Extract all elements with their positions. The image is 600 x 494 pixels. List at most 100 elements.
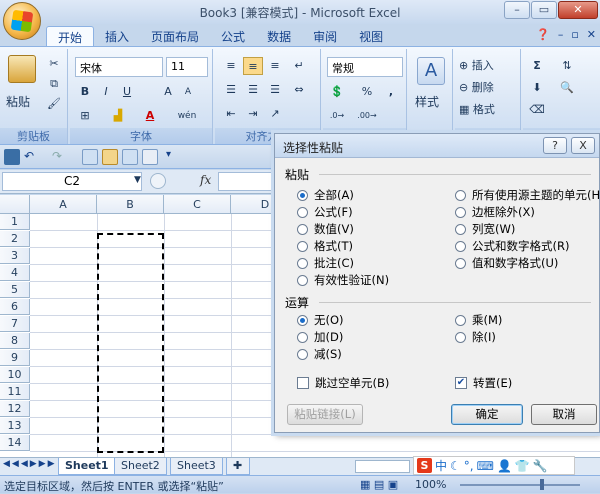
currency-icon[interactable]: 💲	[327, 83, 347, 101]
transpose-box[interactable]: ✔	[455, 377, 467, 389]
ok-button[interactable]: 确定	[451, 404, 523, 425]
paste-option-radio[interactable]: 所有使用源主题的单元(H)	[455, 187, 600, 203]
close-button[interactable]: ✕	[558, 1, 598, 19]
find-select-icon[interactable]: 🔍	[557, 79, 577, 97]
copy-icon[interactable]: ⧉	[44, 75, 64, 93]
name-box-dropdown-icon[interactable]: ▼	[134, 175, 141, 185]
underline-button[interactable]: U	[117, 83, 137, 101]
row-header[interactable]: 1	[0, 214, 30, 230]
decrease-indent-icon[interactable]: ⇤	[221, 105, 241, 123]
radio-button[interactable]	[297, 257, 308, 269]
row-header[interactable]: 10	[0, 367, 30, 383]
tab-view[interactable]: 视图	[348, 26, 394, 46]
decrease-decimal-icon[interactable]: .00→	[357, 107, 377, 125]
ime-mode[interactable]: 中	[435, 457, 447, 474]
percent-button[interactable]: %	[357, 83, 377, 101]
phonetic-button[interactable]: wén	[172, 107, 202, 125]
row-header[interactable]: 8	[0, 333, 30, 349]
ime-shirt-icon[interactable]: 👕	[515, 459, 530, 473]
italic-button[interactable]: I	[96, 83, 116, 101]
select-all-corner[interactable]	[0, 195, 30, 214]
operation-option-radio[interactable]: 减(S)	[297, 346, 342, 362]
font-size-select[interactable]: 11	[166, 57, 208, 77]
tab-page-layout[interactable]: 页面布局	[140, 26, 210, 46]
skip-blanks-checkbox[interactable]: 跳过空单元(B)	[297, 375, 389, 391]
insert-sheet-icon[interactable]: ✚	[226, 458, 250, 475]
paste-option-radio[interactable]: 值和数字格式(U)	[455, 255, 558, 271]
insert-function-button[interactable]: fx	[200, 173, 211, 187]
comma-button[interactable]: ,	[381, 83, 401, 101]
styles-label[interactable]: 样式	[415, 93, 439, 110]
zoom-level[interactable]: 100%	[415, 478, 446, 491]
sheet-tab-1[interactable]: Sheet1	[58, 458, 116, 475]
align-middle-icon[interactable]: ≡	[243, 57, 263, 75]
paste-option-radio[interactable]: 格式(T)	[297, 238, 353, 254]
paste-option-radio[interactable]: 边框除外(X)	[455, 204, 535, 220]
radio-button[interactable]	[297, 240, 308, 252]
clear-icon[interactable]: ⌫	[527, 101, 547, 119]
sort-filter-icon[interactable]: ⇅	[557, 57, 577, 75]
ime-user-icon[interactable]: 👤	[497, 459, 512, 473]
redo-icon[interactable]: ↷	[52, 149, 68, 165]
ribbon-close-icon[interactable]: ✕	[587, 28, 596, 41]
ribbon-minimize-icon[interactable]: –	[558, 28, 564, 41]
name-box[interactable]: C2	[2, 172, 142, 191]
radio-button[interactable]	[455, 331, 466, 343]
radio-button[interactable]	[297, 314, 308, 326]
paste-link-button[interactable]: 粘贴链接(L)	[287, 404, 363, 425]
dialog-close-button[interactable]: X	[571, 137, 595, 154]
paste-icon[interactable]	[8, 55, 36, 83]
bold-button[interactable]: B	[75, 83, 95, 101]
undo-icon[interactable]: ↶	[24, 149, 40, 165]
print-preview-icon[interactable]	[82, 149, 98, 165]
wrap-text-icon[interactable]: ↵	[289, 57, 309, 75]
ime-keyboard-icon[interactable]: ⌨	[477, 459, 494, 473]
cancel-button[interactable]: 取消	[531, 404, 597, 425]
autosum-button[interactable]: Σ	[527, 57, 547, 75]
ime-logo[interactable]: S	[417, 458, 432, 473]
align-right-icon[interactable]: ☰	[265, 81, 285, 99]
row-header[interactable]: 4	[0, 265, 30, 281]
transpose-icon[interactable]	[122, 149, 138, 165]
customize-qat-icon[interactable]: ▾	[166, 149, 182, 165]
camera-icon[interactable]	[142, 149, 158, 165]
paste-option-radio[interactable]: 公式(F)	[297, 204, 353, 220]
operation-option-radio[interactable]: 加(D)	[297, 329, 343, 345]
radio-button[interactable]	[455, 314, 466, 326]
tab-data[interactable]: 数据	[256, 26, 302, 46]
skip-blanks-box[interactable]	[297, 377, 309, 389]
tab-formulas[interactable]: 公式	[210, 26, 256, 46]
sheet-tab-2[interactable]: Sheet2	[114, 458, 167, 475]
align-left-icon[interactable]: ☰	[221, 81, 241, 99]
column-header[interactable]: B	[97, 195, 164, 214]
grow-font-button[interactable]: A	[158, 83, 178, 101]
sheet-nav-arrows-icon[interactable]: ◀◀◀▶▶▶	[3, 459, 57, 469]
orientation-icon[interactable]: ↗	[265, 105, 285, 123]
row-header[interactable]: 7	[0, 316, 30, 332]
minimize-button[interactable]: –	[504, 1, 530, 19]
zoom-slider-thumb[interactable]	[540, 479, 544, 490]
paste-label[interactable]: 粘贴	[6, 93, 30, 110]
merge-center-icon[interactable]: ⇔	[289, 81, 309, 99]
radio-button[interactable]	[455, 189, 466, 201]
number-format-select[interactable]: 常规	[327, 57, 403, 77]
radio-button[interactable]	[297, 206, 308, 218]
sheet-tab-3[interactable]: Sheet3	[170, 458, 223, 475]
radio-button[interactable]	[297, 331, 308, 343]
row-header[interactable]: 11	[0, 384, 30, 400]
increase-decimal-icon[interactable]: .0→	[327, 107, 347, 125]
radio-button[interactable]	[297, 274, 308, 286]
row-header[interactable]: 2	[0, 231, 30, 247]
paste-option-radio[interactable]: 批注(C)	[297, 255, 354, 271]
ime-punct-icon[interactable]: °,	[464, 459, 474, 473]
expand-formula-icon[interactable]	[150, 173, 166, 189]
radio-button[interactable]	[455, 257, 466, 269]
radio-button[interactable]	[455, 223, 466, 235]
row-header[interactable]: 9	[0, 350, 30, 366]
tab-insert[interactable]: 插入	[94, 26, 140, 46]
delete-cells-button[interactable]: ⊖ 删除	[459, 79, 494, 95]
transpose-checkbox[interactable]: ✔ 转置(E)	[455, 375, 512, 391]
font-name-select[interactable]: 宋体	[75, 57, 163, 77]
zoom-slider[interactable]	[460, 484, 580, 486]
ime-tool-icon[interactable]: 🔧	[533, 459, 548, 473]
